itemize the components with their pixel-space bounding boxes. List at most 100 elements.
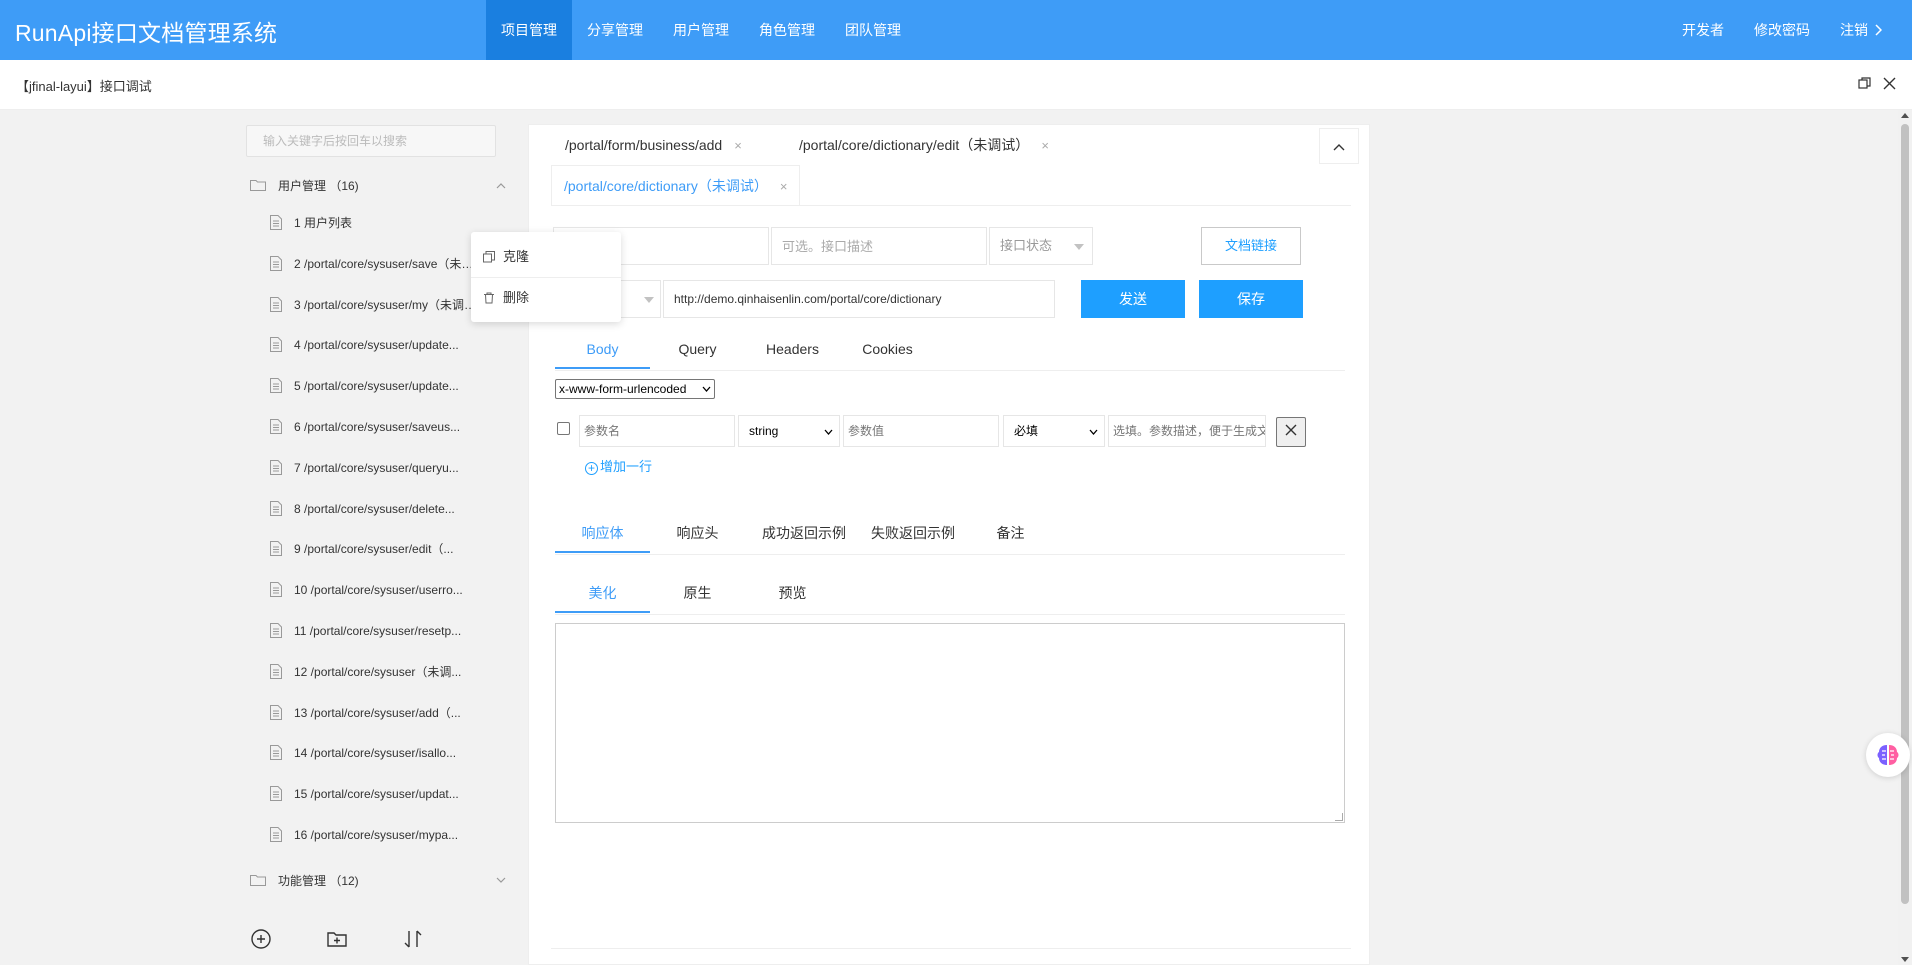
doc-link-button[interactable]: 文档链接	[1201, 227, 1301, 265]
context-menu: 克隆 删除	[471, 232, 621, 322]
subtab-divider	[555, 554, 1345, 555]
tab-raw[interactable]: 原生	[650, 573, 745, 613]
app-brand: RunApi接口文档管理系统	[15, 20, 278, 46]
chevron-down-icon[interactable]	[496, 877, 506, 884]
assistant-button[interactable]	[1866, 733, 1910, 777]
sidebar-api-label: 5 /portal/core/sysuser/update...	[294, 379, 459, 394]
add-row-label: 增加一行	[600, 459, 653, 474]
chevron-down-icon	[702, 386, 711, 392]
sidebar-api-item[interactable]: 5 /portal/core/sysuser/update...	[270, 374, 480, 398]
delete-param-button[interactable]	[1276, 417, 1306, 447]
ctx-delete[interactable]: 删除	[471, 278, 621, 318]
nav-share-management[interactable]: 分享管理	[572, 0, 658, 60]
sidebar-api-item[interactable]: 7 /portal/core/sysuser/queryu...	[270, 456, 480, 480]
page-title: 【jfinal-layui】接口调试	[16, 79, 152, 94]
chevron-up-icon	[1333, 144, 1345, 151]
document-icon	[270, 582, 282, 598]
nav-team-management[interactable]: 团队管理	[830, 0, 916, 60]
scroll-up-icon[interactable]	[1901, 113, 1909, 118]
tab-response-headers[interactable]: 响应头	[650, 513, 745, 553]
tab-close-icon[interactable]: ×	[780, 179, 788, 194]
tab-close-icon[interactable]: ×	[1041, 138, 1049, 153]
tab-query[interactable]: Query	[650, 329, 745, 369]
sort-icon[interactable]	[402, 928, 424, 950]
nav-user-management[interactable]: 用户管理	[658, 0, 744, 60]
param-desc-input[interactable]	[1108, 415, 1266, 447]
tab-response-body[interactable]: 响应体	[555, 513, 650, 553]
tab-remarks[interactable]: 备注	[963, 513, 1058, 553]
ctx-clone[interactable]: 克隆	[471, 237, 621, 277]
tab-success-example[interactable]: 成功返回示例	[745, 513, 863, 553]
close-icon	[1285, 424, 1297, 436]
document-icon	[270, 500, 282, 516]
sidebar-api-item[interactable]: 1 用户列表	[270, 211, 480, 235]
resize-handle[interactable]	[1335, 813, 1343, 821]
body-encoding-select[interactable]: x-www-form-urlencoded	[555, 379, 715, 399]
sidebar-api-item[interactable]: 9 /portal/core/sysuser/edit（...	[270, 537, 480, 561]
caret-down-icon	[644, 297, 654, 303]
sidebar-api-label: 10 /portal/core/sysuser/userro...	[294, 583, 463, 598]
sidebar-api-label: 1 用户列表	[294, 216, 353, 230]
document-icon	[270, 541, 282, 557]
sidebar-api-item[interactable]: 15 /portal/core/sysuser/updat...	[270, 782, 480, 806]
document-icon	[270, 827, 282, 842]
tab-headers[interactable]: Headers	[745, 329, 840, 369]
nav-change-password[interactable]: 修改密码	[1754, 0, 1810, 60]
nav-role-management[interactable]: 角色管理	[744, 0, 830, 60]
document-icon	[270, 786, 282, 802]
tab-divider	[551, 205, 1351, 206]
url-input[interactable]	[663, 280, 1055, 318]
close-icon[interactable]	[1883, 77, 1896, 90]
chevron-down-icon	[1089, 429, 1098, 435]
restore-window-icon[interactable]	[1858, 77, 1871, 90]
nav-project-management[interactable]: 项目管理	[486, 0, 572, 60]
send-button[interactable]: 发送	[1081, 280, 1185, 318]
scroll-thumb[interactable]	[1901, 124, 1909, 904]
plus-circle-icon: +	[585, 462, 598, 475]
group-function-management[interactable]: 功能管理 （12)	[246, 866, 506, 896]
sidebar-api-item[interactable]: 13 /portal/core/sysuser/add（...	[270, 701, 480, 725]
nav-developer[interactable]: 开发者	[1682, 0, 1724, 60]
tab-close-icon[interactable]: ×	[734, 138, 742, 153]
save-button[interactable]: 保存	[1199, 280, 1303, 318]
tab-business-add[interactable]: /portal/form/business/add ×	[565, 125, 742, 165]
sidebar-api-item[interactable]: 10 /portal/core/sysuser/userro...	[270, 578, 480, 602]
sidebar-api-item[interactable]: 14 /portal/core/sysuser/isallo...	[270, 741, 480, 765]
tab-preview[interactable]: 预览	[745, 573, 840, 613]
sidebar-api-item[interactable]: 2 /portal/core/sysuser/save（未调试）	[270, 252, 480, 276]
sidebar-api-item[interactable]: 4 /portal/core/sysuser/update...	[270, 333, 480, 357]
sidebar-api-label: 16 /portal/core/sysuser/mypa...	[294, 828, 459, 842]
collapse-tabs-button[interactable]	[1319, 128, 1359, 164]
group-user-management[interactable]: 用户管理 （16)	[246, 171, 506, 201]
sidebar-api-item[interactable]: 8 /portal/core/sysuser/delete...	[270, 497, 480, 521]
param-type-select[interactable]: string	[738, 415, 840, 447]
tab-cookies[interactable]: Cookies	[840, 329, 935, 369]
nav-logout[interactable]: 注销	[1840, 0, 1882, 60]
tab-body[interactable]: Body	[555, 329, 650, 369]
param-required-select[interactable]: 必填	[1003, 415, 1105, 447]
sidebar-api-item[interactable]: 12 /portal/core/sysuser（未调...	[270, 660, 480, 684]
tab-dictionary[interactable]: /portal/core/dictionary（未调试） ×	[551, 165, 801, 205]
param-value-input[interactable]	[843, 415, 999, 447]
scroll-down-icon[interactable]	[1901, 957, 1909, 962]
param-checkbox[interactable]	[557, 422, 570, 435]
tab-failure-example[interactable]: 失败返回示例	[863, 513, 963, 553]
response-textarea[interactable]	[555, 623, 1345, 823]
tab-beautify[interactable]: 美化	[555, 573, 650, 613]
document-icon	[270, 337, 282, 353]
sidebar-api-item[interactable]: 6 /portal/core/sysuser/saveus...	[270, 415, 480, 439]
add-folder-icon[interactable]	[326, 928, 348, 950]
sidebar-api-item[interactable]: 3 /portal/core/sysuser/my（未调试）	[270, 293, 480, 317]
search-input[interactable]	[246, 125, 496, 157]
api-desc-input[interactable]	[771, 227, 987, 265]
page-scrollbar[interactable]	[1898, 110, 1912, 965]
folder-icon	[250, 875, 266, 886]
add-circle-icon[interactable]	[250, 928, 272, 950]
add-row-button[interactable]: + 增加一行	[585, 457, 652, 477]
sidebar-api-item[interactable]: 11 /portal/core/sysuser/resetp...	[270, 619, 480, 643]
tab-dictionary-edit[interactable]: /portal/core/dictionary/edit（未调试） ×	[799, 125, 1049, 165]
chevron-up-icon[interactable]	[496, 182, 506, 189]
param-name-input[interactable]	[579, 415, 735, 447]
sidebar-api-item[interactable]: 16 /portal/core/sysuser/mypa...	[270, 823, 480, 847]
api-status-select[interactable]: 接口状态	[989, 227, 1093, 265]
